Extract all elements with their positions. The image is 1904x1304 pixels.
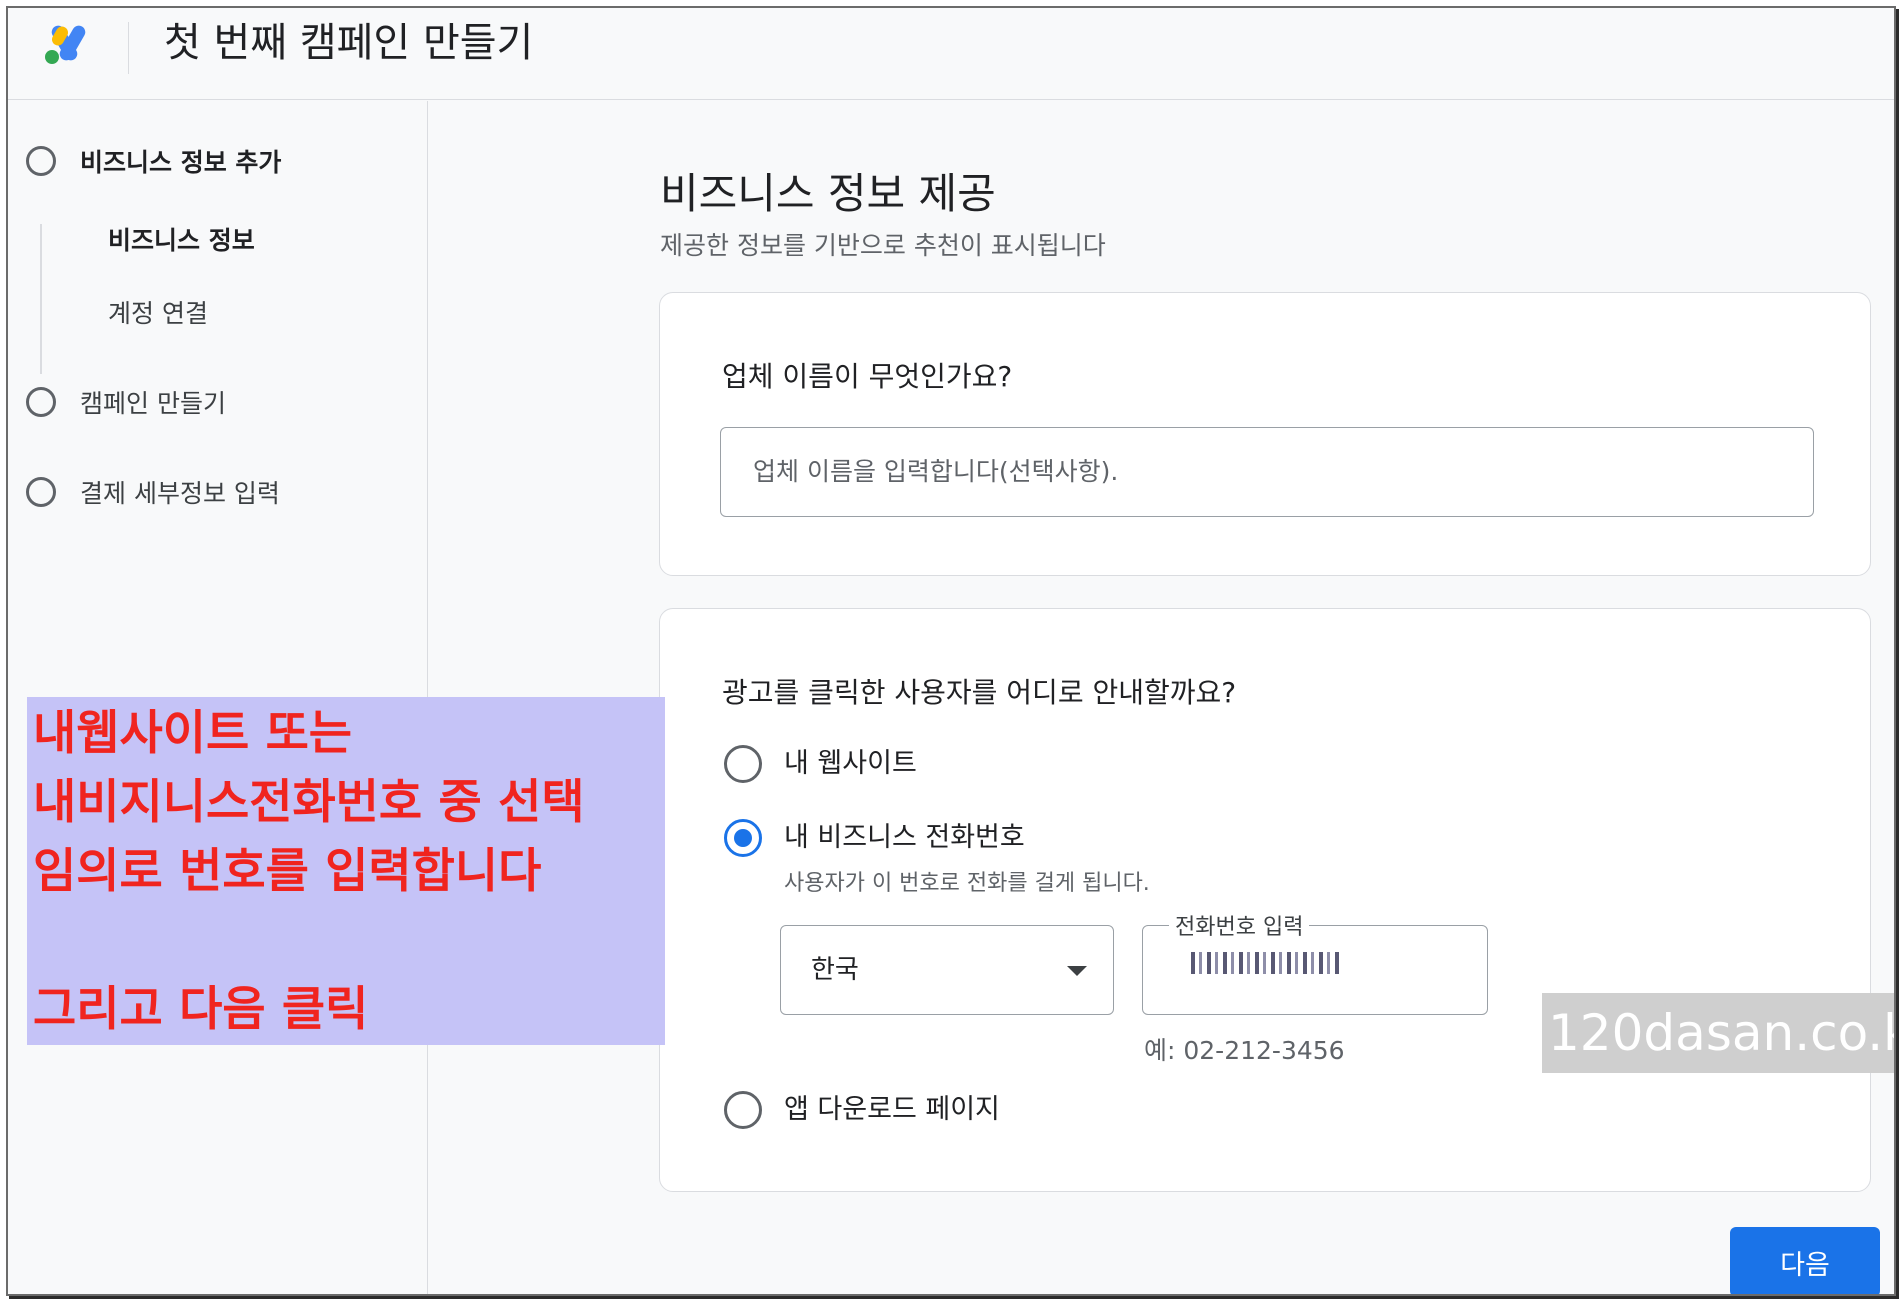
destination-card: 광고를 클릭한 사용자를 어디로 안내할까요? 내 웹사이트 내 비즈니스 전화… bbox=[659, 608, 1871, 1192]
section-subtitle: 제공한 정보를 기반으로 추천이 표시됩니다 bbox=[660, 231, 1106, 260]
option-label: 앱 다운로드 페이지 bbox=[784, 1094, 1000, 1125]
step-circle-icon bbox=[26, 146, 56, 176]
phone-value-redacted bbox=[1191, 952, 1341, 974]
substep-line bbox=[40, 224, 42, 374]
step-circle-icon bbox=[26, 387, 56, 417]
step-circle-icon bbox=[26, 477, 56, 507]
dropdown-arrow-icon bbox=[1067, 966, 1087, 976]
step-create-campaign[interactable]: 캠페인 만들기 bbox=[26, 384, 226, 420]
tutorial-annotation: 내웹사이트 또는 내비지니스전화번호 중 선택 임의로 번호를 입력합니다 그리… bbox=[27, 697, 665, 1045]
option-app-download[interactable]: 앱 다운로드 페이지 bbox=[724, 1091, 1000, 1129]
option-business-phone[interactable]: 내 비즈니스 전화번호 사용자가 이 번호로 전화를 걸게 됩니다. bbox=[724, 819, 1150, 897]
header-divider bbox=[128, 22, 129, 74]
radio-checked-icon[interactable] bbox=[724, 819, 762, 857]
business-name-input[interactable]: 업체 이름을 입력합니다(선택사항). bbox=[720, 427, 1814, 517]
step-billing[interactable]: 결제 세부정보 입력 bbox=[26, 474, 280, 510]
top-bar: 첫 번째 캠페인 만들기 bbox=[8, 8, 1894, 100]
phone-number-input[interactable]: 전화번호 입력 bbox=[1142, 909, 1488, 1015]
app-window: 첫 번째 캠페인 만들기 비즈니스 정보 추가 비즈니스 정보 계정 연결 캠페… bbox=[6, 6, 1896, 1296]
business-name-card: 업체 이름이 무엇인가요? 업체 이름을 입력합니다(선택사항). bbox=[659, 292, 1871, 576]
watermark: 120dasan.co.kr bbox=[1542, 993, 1894, 1073]
annotation-line bbox=[33, 906, 659, 975]
business-name-question: 업체 이름이 무엇인가요? bbox=[722, 360, 1013, 393]
section-title: 비즈니스 정보 제공 bbox=[660, 169, 996, 218]
phone-example-text: 예: 02-212-3456 bbox=[1144, 1036, 1345, 1065]
substep-business-info[interactable]: 비즈니스 정보 bbox=[108, 221, 255, 257]
next-button[interactable]: 다음 bbox=[1730, 1227, 1880, 1294]
annotation-line: 임의로 번호를 입력합니다 bbox=[33, 844, 542, 899]
radio-unchecked-icon[interactable] bbox=[724, 1091, 762, 1129]
radio-unchecked-icon[interactable] bbox=[724, 745, 762, 783]
step-business-info[interactable]: 비즈니스 정보 추가 bbox=[26, 143, 281, 179]
substep-account-link[interactable]: 계정 연결 bbox=[108, 294, 208, 330]
option-website[interactable]: 내 웹사이트 bbox=[724, 745, 917, 783]
annotation-line: 그리고 다음 클릭 bbox=[33, 982, 369, 1037]
step-label: 캠페인 만들기 bbox=[80, 389, 226, 418]
google-ads-logo-icon[interactable] bbox=[40, 22, 90, 66]
step-label: 비즈니스 정보 추가 bbox=[80, 148, 282, 177]
option-label: 내 웹사이트 bbox=[784, 748, 917, 779]
option-help-text: 사용자가 이 번호로 전화를 걸게 됩니다. bbox=[784, 871, 1150, 896]
country-select[interactable]: 한국 bbox=[780, 925, 1114, 1015]
option-label: 내 비즈니스 전화번호 bbox=[784, 822, 1025, 853]
annotation-line: 내비지니스전화번호 중 선택 bbox=[33, 775, 585, 830]
destination-question: 광고를 클릭한 사용자를 어디로 안내할까요? bbox=[722, 676, 1237, 709]
step-label: 결제 세부정보 입력 bbox=[80, 479, 280, 508]
phone-field-label: 전화번호 입력 bbox=[1169, 909, 1310, 941]
country-value: 한국 bbox=[811, 955, 859, 985]
page-title: 첫 번째 캠페인 만들기 bbox=[164, 20, 534, 66]
annotation-line: 내웹사이트 또는 bbox=[33, 706, 353, 761]
